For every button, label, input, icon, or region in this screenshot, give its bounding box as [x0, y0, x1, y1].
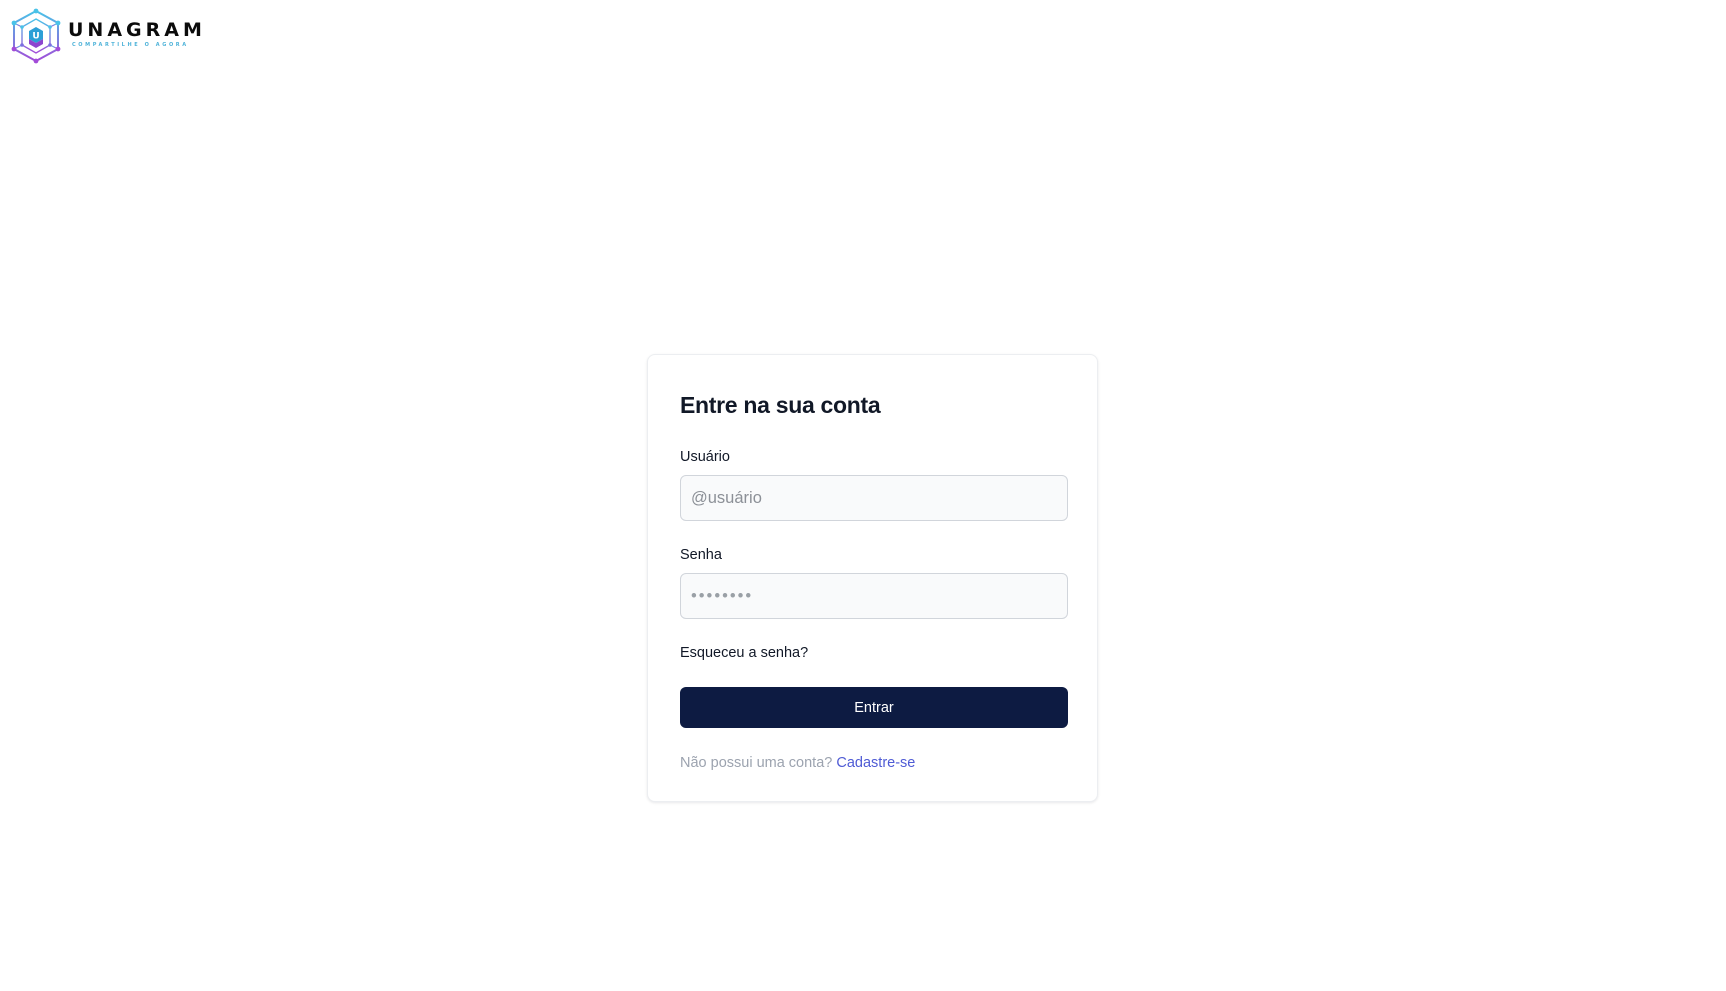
signup-prompt: Não possui uma conta? [680, 755, 833, 771]
password-field-group: Senha [680, 545, 1068, 619]
username-label: Usuário [680, 449, 730, 465]
login-card: Entre na sua conta Usuário Senha Esquece… [647, 354, 1098, 802]
logo-letter: U [32, 32, 39, 42]
page-title: Entre na sua conta [680, 392, 881, 418]
logo-text: UNAGRAM COMPARTILHE O AGORA [68, 19, 206, 49]
login-button[interactable]: Entrar [680, 687, 1068, 728]
password-label: Senha [680, 547, 722, 563]
username-input[interactable] [680, 475, 1068, 521]
signup-link[interactable]: Cadastre-se [836, 755, 915, 771]
username-field-group: Usuário [680, 447, 1068, 521]
brand-name: UNAGRAM [68, 19, 206, 41]
forgot-password-link[interactable]: Esqueceu a senha? [680, 643, 808, 663]
brand-tagline: COMPARTILHE O AGORA [72, 42, 189, 48]
brand-logo[interactable]: U UNAGRAM COMPARTILHE O AGORA [10, 8, 206, 64]
password-input[interactable] [680, 573, 1068, 619]
signup-row: Não possui uma conta? Cadastre-se [680, 753, 1065, 773]
hexagon-network-logo-icon: U [11, 8, 61, 64]
login-page: U UNAGRAM COMPARTILHE O AGORA Entre na s… [0, 0, 1726, 991]
